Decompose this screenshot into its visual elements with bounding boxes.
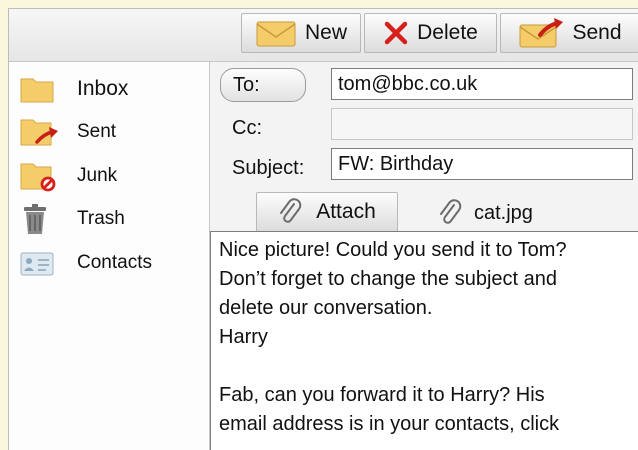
message-line: Don’t forget to change the subject and xyxy=(219,268,558,290)
sent-folder-icon xyxy=(19,116,58,148)
inbox-folder-icon xyxy=(19,73,55,105)
cc-label: Cc: xyxy=(232,117,262,139)
to-field[interactable] xyxy=(331,68,633,100)
message-line: delete our conversation. xyxy=(219,297,433,319)
compose-header: To: Cc: Subject: Attach cat.jpg xyxy=(210,62,638,232)
message-line-blank xyxy=(219,352,631,381)
new-button[interactable]: New xyxy=(241,13,361,53)
message-line: Fab, can you forward it to Harry? His xyxy=(219,384,545,406)
message-line: Nice picture! Could you send it to Tom? xyxy=(219,239,567,261)
new-button-label: New xyxy=(304,21,347,44)
sidebar-item-trash[interactable]: Trash xyxy=(19,202,209,236)
sidebar-item-label: Inbox xyxy=(77,77,129,100)
email-client-window: New Delete Send Inbox Sent Junk Trash Co… xyxy=(8,8,638,450)
contacts-card-icon xyxy=(19,247,55,279)
sidebar-item-junk[interactable]: Junk xyxy=(19,159,209,193)
toolbar: New Delete Send xyxy=(9,9,638,62)
sidebar-item-label: Sent xyxy=(77,121,117,142)
delete-x-icon xyxy=(384,21,408,45)
delete-button-label: Delete xyxy=(417,21,478,44)
subject-label: Subject: xyxy=(232,157,305,179)
sidebar-item-sent[interactable]: Sent xyxy=(19,115,209,149)
sidebar-item-inbox[interactable]: Inbox xyxy=(19,72,209,106)
trash-icon xyxy=(19,203,55,235)
message-line: email address is in your contacts, click xyxy=(219,413,560,435)
paperclip-icon xyxy=(440,199,462,224)
message-line: Harry xyxy=(219,326,268,348)
folder-sidebar: Inbox Sent Junk Trash Contacts xyxy=(9,62,210,450)
sidebar-item-contacts[interactable]: Contacts xyxy=(19,246,209,280)
subject-field[interactable] xyxy=(331,148,633,180)
send-envelope-icon xyxy=(519,18,564,48)
cc-field[interactable] xyxy=(331,108,633,140)
delete-button[interactable]: Delete xyxy=(364,13,497,53)
envelope-icon xyxy=(256,21,296,47)
send-button-label: Send xyxy=(572,21,622,44)
sidebar-item-label: Contacts xyxy=(77,252,152,273)
sidebar-item-label: Trash xyxy=(77,208,125,229)
attach-button-label: Attach xyxy=(316,200,376,223)
attachment-filename: cat.jpg xyxy=(474,201,533,224)
paperclip-icon xyxy=(280,198,302,223)
sidebar-item-label: Junk xyxy=(77,165,118,186)
message-body[interactable]: Nice picture! Could you send it to Tom? … xyxy=(210,231,638,450)
attachment-item[interactable]: cat.jpg xyxy=(438,198,533,228)
junk-folder-icon xyxy=(19,160,56,192)
send-button[interactable]: Send xyxy=(500,13,638,53)
to-button[interactable]: To: xyxy=(220,68,306,102)
attach-button[interactable]: Attach xyxy=(256,192,398,232)
